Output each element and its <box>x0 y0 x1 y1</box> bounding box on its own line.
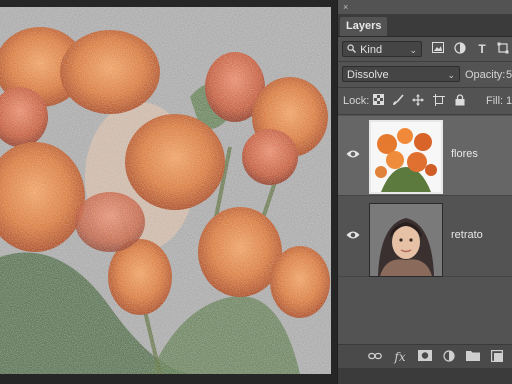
lock-pixels-icon[interactable] <box>371 94 385 108</box>
brush-icon[interactable] <box>391 94 405 108</box>
layer-thumbnail-retrato <box>369 203 443 277</box>
chevron-down-icon: ⌄ <box>447 70 455 80</box>
opacity-input[interactable]: 5 <box>506 67 512 83</box>
lock-icon[interactable] <box>453 94 467 108</box>
chevron-down-icon: ⌄ <box>409 45 417 55</box>
adjustment-filter-icon[interactable] <box>453 42 467 56</box>
blend-row: Dissolve ⌄ Opacity: 5 <box>338 63 512 85</box>
canvas-artwork <box>0 7 331 374</box>
fill-input[interactable]: 10 <box>506 93 512 109</box>
eye-icon[interactable] <box>346 149 360 161</box>
divider <box>338 87 512 88</box>
lock-label: Lock: <box>343 95 370 107</box>
image-filter-icon[interactable] <box>431 42 445 56</box>
opacity-label: Opacity: <box>465 69 506 81</box>
layer-row-retrato[interactable]: retrato <box>338 197 512 277</box>
eye-icon[interactable] <box>346 230 360 242</box>
shape-filter-icon[interactable] <box>496 42 510 56</box>
artboard-icon[interactable] <box>432 94 446 108</box>
divider <box>338 61 512 62</box>
filter-kind-select[interactable]: Kind ⌄ <box>342 41 422 57</box>
fill-label: Fill: <box>486 95 504 107</box>
layer-name-flores[interactable]: flores <box>451 148 478 160</box>
lock-row: Lock: Fill: 10 <box>338 90 512 112</box>
type-filter-icon[interactable]: T <box>475 42 489 56</box>
layers-footer: fx <box>338 344 512 369</box>
close-panel-icon[interactable]: × <box>343 1 348 13</box>
folder-icon[interactable] <box>466 350 480 364</box>
tab-layers[interactable]: Layers <box>340 17 388 36</box>
adjustment-icon[interactable] <box>442 350 456 364</box>
layer-thumbnail-flores <box>369 120 443 194</box>
mask-icon[interactable] <box>418 350 432 364</box>
panel-bottom-strip <box>338 368 512 384</box>
new-layer-icon[interactable] <box>490 350 504 364</box>
blend-mode-select[interactable]: Dissolve ⌄ <box>342 66 460 82</box>
blend-mode-value: Dissolve <box>347 69 389 81</box>
move-icon[interactable] <box>411 94 425 108</box>
layer-row-flores[interactable]: flores <box>338 116 512 196</box>
fx-icon[interactable]: fx <box>393 350 407 364</box>
panel-tab-bar: Layers <box>338 14 512 37</box>
layer-filter-row: Kind ⌄ T <box>338 38 512 60</box>
filter-kind-label: Kind <box>360 44 383 56</box>
layers-panel: × Layers Kind ⌄ T Dissolve ⌄ Opacity: 5 <box>337 0 512 384</box>
document-canvas[interactable] <box>0 7 331 374</box>
search-icon <box>346 43 356 57</box>
layer-name-retrato[interactable]: retrato <box>451 229 483 241</box>
link-icon[interactable] <box>368 350 382 364</box>
divider <box>338 114 512 115</box>
